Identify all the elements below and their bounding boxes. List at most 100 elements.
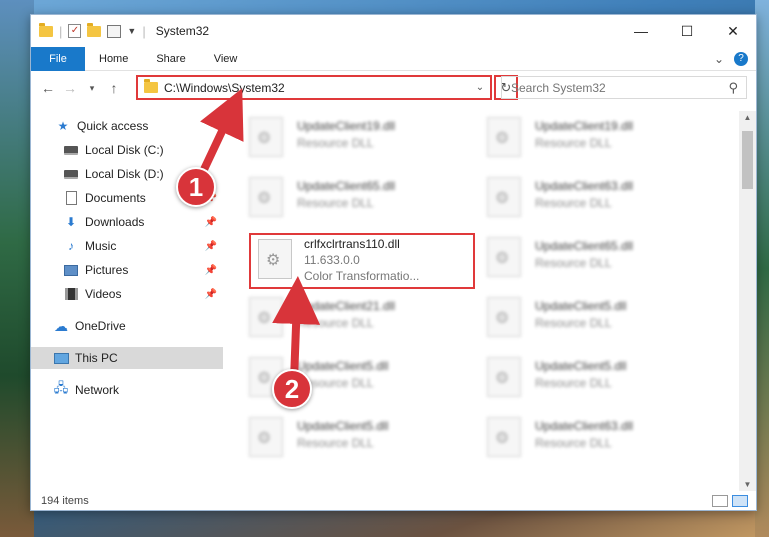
file-item[interactable]: UpdateClient65.dll Resource DLL	[465, 233, 691, 289]
sidebar-item-videos[interactable]: Videos 📌	[31, 283, 223, 305]
pin-icon[interactable]: 📌	[205, 241, 217, 252]
window-controls: — ☐ ✕	[618, 15, 756, 47]
pictures-icon	[63, 263, 79, 277]
file-description: Resource DLL	[535, 436, 612, 450]
network-icon: 🖧	[53, 380, 69, 395]
folder-icon[interactable]	[39, 22, 53, 37]
file-description: Resource DLL	[297, 316, 374, 330]
sidebar-item-pictures[interactable]: Pictures 📌	[31, 259, 223, 281]
checkmark-properties-icon[interactable]: ✓	[68, 24, 82, 38]
dll-file-icon	[258, 239, 292, 279]
dll-file-icon	[487, 117, 521, 157]
tab-share[interactable]: Share	[142, 53, 199, 65]
properties-icon[interactable]	[107, 24, 122, 38]
search-box[interactable]: ⚲	[501, 76, 747, 99]
scrollbar-thumb[interactable]	[742, 131, 753, 189]
sidebar-item-local-disk-c[interactable]: Local Disk (C:)	[31, 139, 223, 161]
navigation-bar: ← → ▾ ↑ C:\Windows\System32 ⌄ ↻ ⚲	[31, 73, 756, 103]
file-item-crlfxclrtrans110[interactable]: crlfxclrtrans110.dll 11.633.0.0 Color Tr…	[249, 233, 475, 289]
drive-icon	[63, 167, 79, 181]
file-description: Resource DLL	[535, 256, 612, 270]
sidebar-item-label: Network	[75, 383, 120, 397]
view-toggle	[712, 495, 756, 507]
large-icons-view-icon[interactable]	[732, 495, 748, 507]
music-icon: ♪	[68, 239, 74, 253]
quick-access-star-icon: ★	[57, 119, 69, 133]
file-name: UpdateClient5.dll	[297, 359, 389, 373]
sidebar-item-music[interactable]: ♪ Music 📌	[31, 235, 223, 257]
this-pc-icon	[53, 351, 69, 365]
file-item[interactable]: UpdateClient5.dllResource DLL	[465, 293, 691, 349]
file-item[interactable]: UpdateClient5.dllResource DLL	[227, 413, 453, 469]
file-item[interactable]: UpdateClient5.dll Resource DLL	[465, 353, 691, 409]
pin-icon[interactable]: 📌	[205, 265, 217, 276]
file-item[interactable]: UpdateClient65.dll Resource DLL	[227, 173, 453, 229]
file-item[interactable]: UpdateClient19.dll Resource DLL	[227, 113, 453, 169]
sidebar-item-label: Local Disk (C:)	[85, 143, 164, 157]
desktop-background-right	[755, 0, 769, 537]
sidebar-item-network[interactable]: 🖧 Network	[31, 379, 223, 401]
scroll-up-icon[interactable]: ▲	[739, 113, 756, 122]
customize-toolbar-chevron-icon[interactable]: ▼	[127, 26, 136, 36]
file-name: UpdateClient19.dll	[297, 119, 396, 133]
sidebar-item-label: Music	[85, 239, 117, 253]
tab-view[interactable]: View	[200, 53, 252, 65]
quick-access-toolbar: | ✓ ▼ |	[31, 22, 146, 39]
vertical-scrollbar[interactable]: ▲ ▼	[739, 111, 756, 491]
forward-arrow-icon[interactable]: →	[59, 80, 81, 96]
file-list: UpdateClient19.dll Resource DLL UpdateCli…	[227, 111, 739, 483]
title-bar: | ✓ ▼ | System32 — ☐ ✕	[31, 15, 756, 47]
sidebar-item-quick-access[interactable]: ★ Quick access	[31, 115, 223, 137]
file-description: Resource DLL	[535, 196, 612, 210]
pin-icon[interactable]: 📌	[205, 217, 217, 228]
sidebar-item-onedrive[interactable]: ☁ OneDrive	[31, 315, 223, 337]
dll-file-icon	[487, 177, 521, 217]
address-dropdown-chevron-icon[interactable]: ⌄	[470, 82, 490, 93]
sidebar-item-label: Videos	[85, 287, 122, 301]
maximize-button[interactable]: ☐	[664, 15, 710, 47]
onedrive-icon: ☁	[54, 317, 68, 334]
tab-file[interactable]: File	[31, 46, 85, 71]
scroll-down-icon[interactable]: ▼	[739, 480, 756, 489]
desktop-background-left	[0, 0, 34, 537]
file-item[interactable]: UpdateClient63.dll Resource DLL	[465, 173, 691, 229]
address-bar[interactable]: C:\Windows\System32 ⌄	[136, 75, 492, 100]
sidebar-item-this-pc[interactable]: This PC	[31, 347, 223, 369]
expand-ribbon-chevron-icon[interactable]: ⌄	[714, 52, 724, 66]
toolbar-divider: |	[59, 23, 63, 39]
file-description: Color Transformatio...	[304, 269, 420, 283]
dll-file-icon	[249, 177, 283, 217]
item-count: 194 items	[41, 495, 89, 507]
file-name: UpdateClient5.dll	[535, 359, 627, 373]
sidebar-item-label: This PC	[75, 351, 118, 365]
search-input[interactable]	[511, 80, 711, 95]
recent-locations-chevron-icon[interactable]: ▾	[81, 83, 103, 94]
file-description: Resource DLL	[535, 136, 612, 150]
minimize-button[interactable]: —	[618, 15, 664, 47]
documents-icon	[63, 191, 79, 205]
file-item[interactable]: UpdateClient5.dllResource DLL	[227, 353, 453, 409]
file-item[interactable]: UpdateClient63.dll Resource DLL	[465, 413, 691, 469]
close-button[interactable]: ✕	[710, 15, 756, 47]
file-item[interactable]: UpdateClient21.dll Resource DLL	[227, 293, 453, 349]
address-path[interactable]: C:\Windows\System32	[164, 81, 285, 95]
annotation-step-1-badge: 1	[176, 167, 216, 207]
back-arrow-icon[interactable]: ←	[37, 80, 59, 96]
file-name: UpdateClient21.dll	[297, 299, 396, 313]
file-version: 11.633.0.0	[304, 253, 360, 267]
up-arrow-icon[interactable]: ↑	[103, 80, 125, 96]
sidebar-item-downloads[interactable]: ⬇ Downloads 📌	[31, 211, 223, 233]
search-icon[interactable]: ⚲	[728, 80, 738, 96]
annotation-step-2-badge: 2	[272, 369, 312, 409]
file-item[interactable]: UpdateClient19.dll Resource DLL	[465, 113, 691, 169]
dll-file-icon	[249, 117, 283, 157]
file-name: crlfxclrtrans110.dll	[304, 237, 400, 251]
file-description: Resource DLL	[535, 376, 612, 390]
help-icon[interactable]: ?	[734, 51, 748, 66]
pin-icon[interactable]: 📌	[205, 289, 217, 300]
tab-home[interactable]: Home	[85, 53, 142, 65]
new-folder-icon[interactable]	[87, 22, 102, 37]
file-name: UpdateClient63.dll	[535, 179, 634, 193]
folder-icon	[144, 79, 158, 93]
details-view-icon[interactable]	[712, 495, 728, 507]
